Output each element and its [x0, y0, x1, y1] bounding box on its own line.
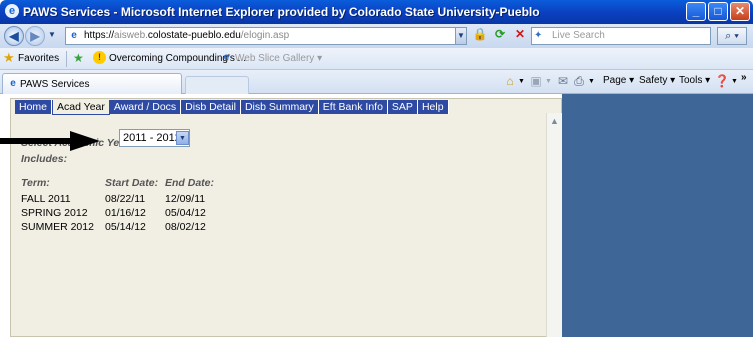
address-dropdown-button[interactable]: ▼ — [455, 27, 467, 45]
page-icon: e — [10, 78, 16, 89]
tab-bar: e PAWS Services ⌂ ▼ ▣ ▼ ✉ ⎙ ▼ Page ▾ Saf… — [0, 70, 753, 94]
toolbar-divider — [66, 51, 67, 67]
url-domain: colostate-pueblo.edu — [147, 30, 241, 41]
term-cell: FALL 2011 — [21, 193, 71, 205]
print-dropdown-icon[interactable]: ▼ — [588, 78, 595, 85]
term-cell: SUMMER 2012 — [21, 221, 94, 233]
search-button[interactable]: ⌕ ▾ — [717, 27, 747, 45]
academic-year-select[interactable]: 2011 - 2012 ▼ — [119, 129, 190, 147]
search-placeholder: Live Search — [552, 30, 605, 41]
live-search-icon: ✦ — [534, 30, 543, 41]
start-date-cell: 01/16/12 — [105, 207, 146, 219]
page-menu[interactable]: Page ▾ — [603, 75, 634, 86]
header-end-date: End Date: — [165, 177, 215, 189]
address-bar[interactable]: e https://aisweb.colostate-pueblo.edu/el… — [65, 27, 461, 45]
nav-disb-summary[interactable]: Disb Summary — [241, 100, 319, 114]
feeds-icon[interactable]: ▣ — [528, 73, 544, 89]
help-dropdown-icon[interactable]: ▼ — [731, 78, 738, 85]
lock-icon[interactable]: 🔒 — [472, 27, 488, 45]
overflow-chevron[interactable]: » — [741, 72, 747, 83]
url-subdomain: aisweb. — [114, 30, 148, 41]
window-title: PAWS Services - Microsoft Internet Explo… — [23, 5, 540, 19]
refresh-icon[interactable]: ⟳ — [492, 27, 508, 45]
arrow-icon — [0, 131, 100, 151]
page-icon: e — [71, 30, 77, 41]
close-button[interactable]: ✕ — [730, 2, 750, 21]
forward-button[interactable]: ▶ — [25, 26, 45, 46]
maximize-button[interactable]: □ — [708, 2, 728, 21]
term-cell: SPRING 2012 — [21, 207, 88, 219]
nav-award-docs[interactable]: Award / Docs — [110, 100, 182, 114]
header-term: Term: — [21, 177, 50, 189]
add-favorite-icon[interactable]: ★ — [73, 51, 87, 65]
recent-pages-dropdown-icon[interactable]: ▼ — [48, 30, 56, 39]
nav-home[interactable]: Home — [15, 100, 53, 114]
nav-acad-year[interactable]: Acad Year — [52, 100, 110, 115]
nav-eft-bank-info[interactable]: Eft Bank Info — [319, 100, 388, 114]
header-start-date: Start Date: — [105, 177, 159, 189]
start-date-cell: 05/14/12 — [105, 221, 146, 233]
site-favicon-icon: ! — [93, 51, 106, 64]
home-dropdown-icon[interactable]: ▼ — [518, 78, 525, 85]
chevron-down-icon[interactable]: ▼ — [176, 131, 189, 145]
nav-help[interactable]: Help — [418, 100, 449, 114]
help-icon[interactable]: ❓ — [714, 73, 730, 89]
mail-icon[interactable]: ✉ — [555, 73, 571, 89]
url-path: /elogin.asp — [240, 30, 290, 41]
nav-sap[interactable]: SAP — [388, 100, 418, 114]
ie-logo-icon: e — [5, 4, 19, 18]
back-button[interactable]: ◀ — [4, 26, 24, 46]
web-slice-icon: e — [223, 52, 230, 63]
vertical-scrollbar[interactable]: ▲ — [546, 113, 562, 337]
favorite-link-web-slice-gallery[interactable]: Web Slice Gallery ▾ — [235, 53, 322, 64]
end-date-cell: 05/04/12 — [165, 207, 206, 219]
end-date-cell: 08/02/12 — [165, 221, 206, 233]
feeds-dropdown-icon[interactable]: ▼ — [545, 78, 552, 85]
scroll-up-icon[interactable]: ▲ — [547, 114, 562, 128]
url-text[interactable]: https://aisweb.colostate-pueblo.edu/elog… — [84, 30, 289, 41]
safety-menu[interactable]: Safety ▾ — [639, 75, 675, 86]
includes-label: Includes: — [21, 153, 68, 165]
page-background-panel — [562, 94, 753, 337]
favorites-button[interactable]: Favorites — [18, 53, 59, 64]
tab-paws-services[interactable]: e PAWS Services — [2, 73, 182, 94]
favorites-bar: ★ Favorites ★ ! Overcoming Compounding's… — [0, 48, 753, 70]
academic-year-value: 2011 - 2012 — [123, 132, 181, 144]
stop-icon[interactable]: ✕ — [512, 27, 528, 45]
nav-disb-detail[interactable]: Disb Detail — [181, 100, 241, 114]
minimize-button[interactable]: _ — [686, 2, 706, 21]
new-tab-button[interactable] — [185, 76, 249, 94]
start-date-cell: 08/22/11 — [105, 193, 146, 205]
print-icon[interactable]: ⎙ — [571, 73, 587, 89]
favorites-star-icon[interactable]: ★ — [3, 51, 17, 65]
tools-menu[interactable]: Tools ▾ — [679, 75, 710, 86]
url-scheme: https:// — [84, 30, 115, 41]
end-date-cell: 12/09/11 — [165, 193, 206, 205]
app-nav-bar: Home Acad Year Award / Docs Disb Detail … — [15, 100, 449, 115]
home-icon[interactable]: ⌂ — [502, 73, 518, 89]
tab-label: PAWS Services — [20, 79, 90, 90]
search-input[interactable]: ✦ Live Search — [531, 27, 711, 45]
window-title-bar[interactable]: e PAWS Services - Microsoft Internet Exp… — [0, 0, 753, 24]
address-toolbar: ◀ ▶ ▼ e https://aisweb.colostate-pueblo.… — [0, 24, 753, 48]
